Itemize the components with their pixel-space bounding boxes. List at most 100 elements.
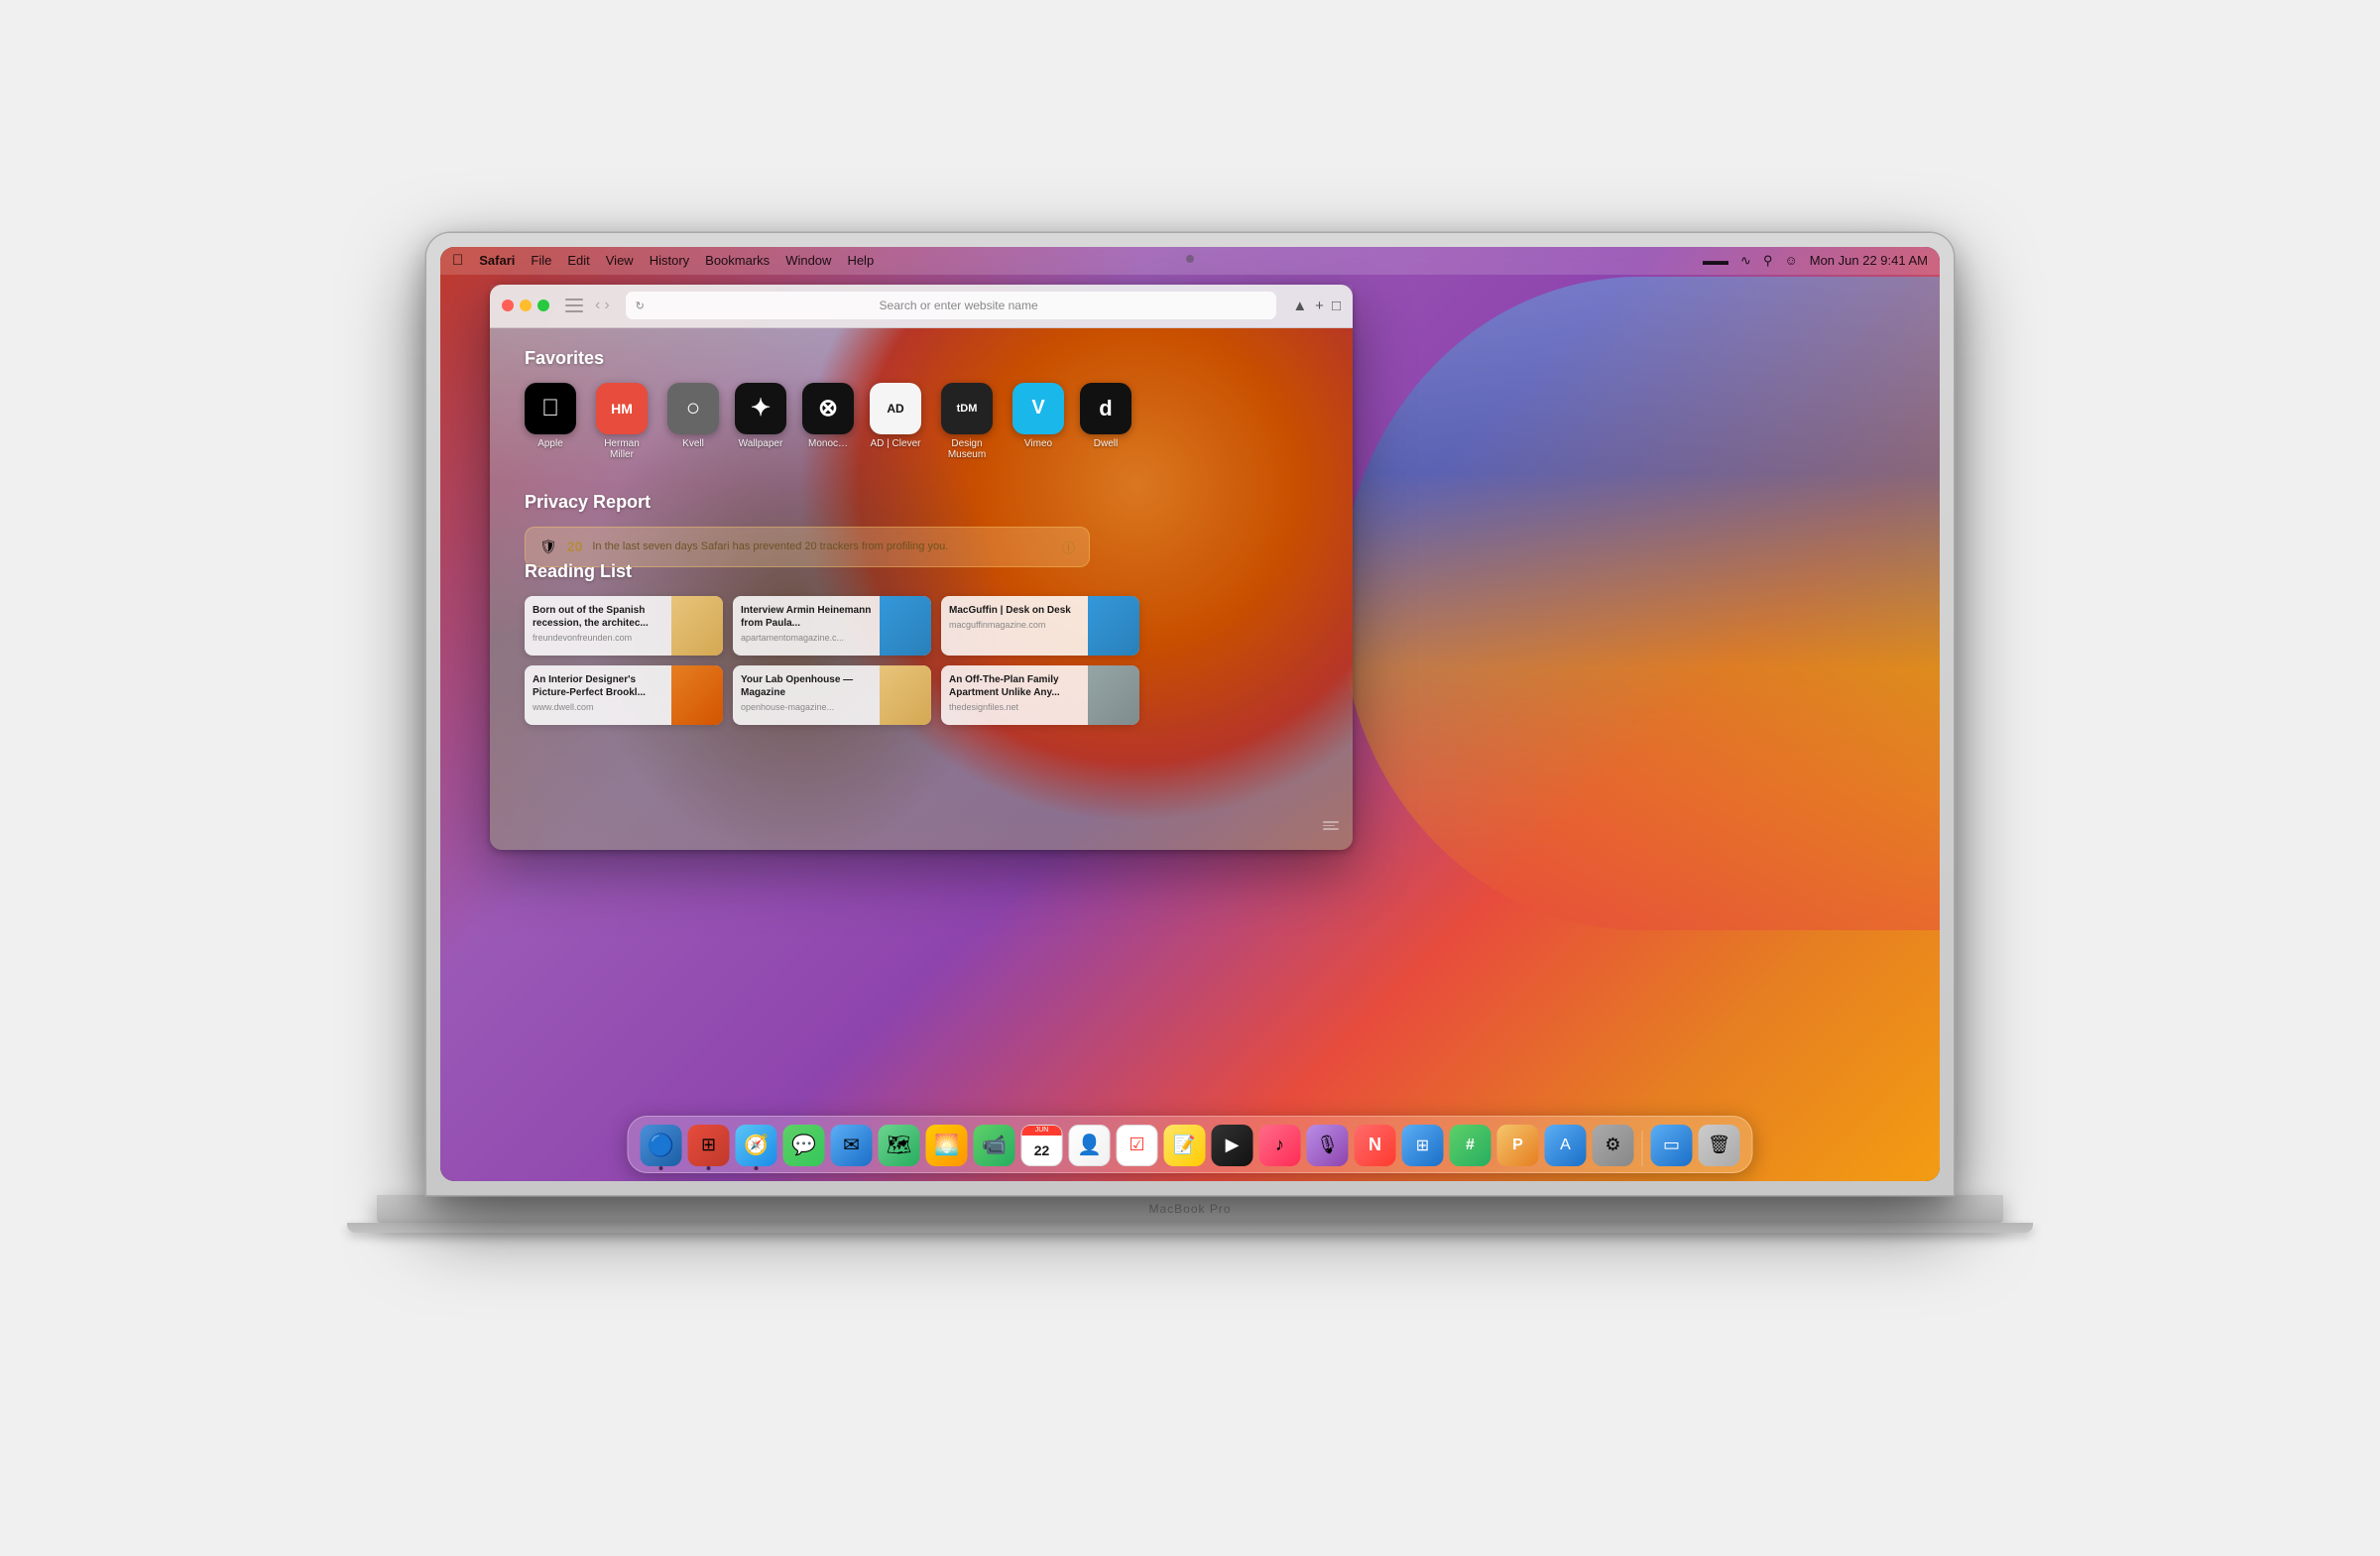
- address-bar[interactable]: ↻ Search or enter website name: [626, 292, 1277, 319]
- new-tab-button[interactable]: +: [1315, 298, 1324, 314]
- menu-window[interactable]: Window: [785, 253, 831, 268]
- reading-item-2[interactable]: Interview Armin Heinemann from Paula... …: [733, 596, 931, 656]
- shield-icon: 🛡: [539, 539, 557, 555]
- address-input[interactable]: Search or enter website name: [651, 299, 1266, 312]
- sidebar-toggle-button[interactable]: [565, 299, 583, 312]
- dock-messages[interactable]: 💬: [783, 1125, 825, 1166]
- screen-bezel:  Safari File Edit View History Bookmark…: [440, 247, 1940, 1181]
- close-button[interactable]: [502, 299, 514, 311]
- dock-safari[interactable]: 🧭: [736, 1125, 777, 1166]
- launchpad-icon: ⊞: [701, 1135, 716, 1155]
- datetime-display: Mon Jun 22 9:41 AM: [1810, 253, 1928, 268]
- reading-item-1[interactable]: Born out of the Spanish recession, the a…: [525, 596, 723, 656]
- reading-title-3: MacGuffin | Desk on Desk: [949, 604, 1080, 617]
- minimize-button[interactable]: [520, 299, 532, 311]
- trash-icon: 🗑: [1708, 1135, 1730, 1155]
- back-button[interactable]: ‹: [595, 297, 600, 314]
- menu-edit[interactable]: Edit: [567, 253, 589, 268]
- battery-icon: ▬▬: [1703, 253, 1728, 268]
- dock-trash[interactable]: 🗑: [1699, 1125, 1740, 1166]
- reading-url-2: apartamentomagazine.c...: [741, 633, 872, 643]
- reading-text-5: Your Lab Openhouse — Magazine openhouse-…: [733, 665, 880, 725]
- reading-item-6[interactable]: An Off-The-Plan Family Apartment Unlike …: [941, 665, 1139, 725]
- extensions-button[interactable]: □: [1332, 298, 1341, 314]
- share-button[interactable]: ▲: [1292, 298, 1307, 314]
- dock-calendar[interactable]: JUN 22: [1021, 1125, 1063, 1166]
- dock-pages[interactable]: P: [1497, 1125, 1539, 1166]
- favorite-apple[interactable]:  Apple: [525, 383, 576, 449]
- mail-icon: ✉: [843, 1133, 860, 1157]
- macbook-model-name: MacBook Pro: [1148, 1202, 1231, 1216]
- reading-title-2: Interview Armin Heinemann from Paula...: [741, 604, 872, 630]
- favorite-kvell[interactable]: ○ Kvell: [667, 383, 719, 449]
- reading-title: Reading List: [525, 561, 1139, 582]
- dock-notes[interactable]: 📝: [1164, 1125, 1206, 1166]
- dock-finder[interactable]: 🔵: [641, 1125, 682, 1166]
- favorite-dwell[interactable]: d Dwell: [1080, 383, 1131, 449]
- forward-button[interactable]: ›: [604, 297, 609, 314]
- reading-title-4: An Interior Designer's Picture-Perfect B…: [533, 673, 663, 699]
- dock-maps[interactable]: 🗺: [879, 1125, 920, 1166]
- safari-icon: 🧭: [744, 1133, 769, 1157]
- monocle-label: Monoc…: [808, 438, 848, 449]
- macbook-hinge: [347, 1223, 2033, 1233]
- reading-item-5[interactable]: Your Lab Openhouse — Magazine openhouse-…: [733, 665, 931, 725]
- menu-history[interactable]: History: [650, 253, 689, 268]
- nav-buttons: ‹ ›: [595, 297, 610, 314]
- dock-contacts[interactable]: 👤: [1069, 1125, 1111, 1166]
- dock-music[interactable]: ♪: [1259, 1125, 1301, 1166]
- dock-facetime[interactable]: 📹: [974, 1125, 1015, 1166]
- vimeo-favicon: V: [1012, 383, 1064, 434]
- menu-bookmarks[interactable]: Bookmarks: [705, 253, 770, 268]
- menu-file[interactable]: File: [531, 253, 551, 268]
- reading-item-4[interactable]: An Interior Designer's Picture-Perfect B…: [525, 665, 723, 725]
- dock-news[interactable]: N: [1355, 1125, 1396, 1166]
- safari-content: Favorites  Apple HM Herman: [490, 328, 1353, 850]
- favorites-title: Favorites: [525, 348, 1131, 369]
- menu-help[interactable]: Help: [847, 253, 874, 268]
- dock-mail[interactable]: ✉: [831, 1125, 873, 1166]
- reading-section: Reading List Born out of the Spanish rec…: [525, 561, 1139, 725]
- finder-icon: 🔵: [648, 1133, 674, 1158]
- calendar-day: 22: [1034, 1136, 1050, 1165]
- favorite-vimeo[interactable]: V Vimeo: [1012, 383, 1064, 449]
- mb-icon: ⊞: [1416, 1136, 1429, 1155]
- system-prefs-icon: ⚙: [1605, 1135, 1620, 1155]
- reading-text-2: Interview Armin Heinemann from Paula... …: [733, 596, 880, 656]
- search-icon[interactable]: ⚲: [1763, 253, 1773, 269]
- reading-text-4: An Interior Designer's Picture-Perfect B…: [525, 665, 671, 725]
- herman-miller-favicon: HM: [596, 383, 648, 434]
- dock-podcasts[interactable]: 🎙: [1307, 1125, 1349, 1166]
- news-icon: N: [1368, 1135, 1381, 1155]
- reading-thumb-4: [671, 665, 723, 725]
- privacy-info-icon[interactable]: ⓘ: [1062, 538, 1075, 556]
- menu-app-name[interactable]: Safari: [479, 253, 515, 268]
- user-icon[interactable]: ☺: [1784, 253, 1797, 268]
- dock-system-prefs[interactable]: ⚙: [1593, 1125, 1634, 1166]
- reading-thumb-6: [1088, 665, 1139, 725]
- numbers-icon: #: [1466, 1137, 1475, 1154]
- favorite-herman-miller[interactable]: HM Herman Miller: [592, 383, 652, 460]
- dock-launchpad[interactable]: ⊞: [688, 1125, 730, 1166]
- favorite-monocle[interactable]: ⊗ Monoc…: [802, 383, 854, 449]
- reading-item-3[interactable]: MacGuffin | Desk on Desk macguffinmagazi…: [941, 596, 1139, 656]
- dock-reminders[interactable]: ☑: [1117, 1125, 1158, 1166]
- favorite-design-museum[interactable]: tDM Design Museum: [937, 383, 997, 460]
- menu-bar:  Safari File Edit View History Bookmark…: [440, 247, 1940, 275]
- dock-tv[interactable]: ▶: [1212, 1125, 1253, 1166]
- dock-finder-window[interactable]: ▭: [1651, 1125, 1693, 1166]
- wifi-icon[interactable]: ∿: [1740, 253, 1751, 269]
- reading-text-3: MacGuffin | Desk on Desk macguffinmagazi…: [941, 596, 1088, 656]
- dock-photos[interactable]: 🌅: [926, 1125, 968, 1166]
- menu-view[interactable]: View: [606, 253, 634, 268]
- dock-numbers[interactable]: #: [1450, 1125, 1491, 1166]
- dock-mb[interactable]: ⊞: [1402, 1125, 1444, 1166]
- apple-menu-icon[interactable]: : [452, 252, 463, 269]
- calendar-month: JUN: [1035, 1127, 1049, 1134]
- dock-appstore[interactable]: A: [1545, 1125, 1587, 1166]
- privacy-section: Privacy Report 🛡 20 In the last seven da…: [525, 492, 1090, 567]
- maximize-button[interactable]: [537, 299, 549, 311]
- favorite-ad[interactable]: AD AD | Clever: [870, 383, 921, 449]
- favorite-wallpaper[interactable]: ✦ Wallpaper: [735, 383, 786, 449]
- reading-url-6: thedesignfiles.net: [949, 702, 1080, 712]
